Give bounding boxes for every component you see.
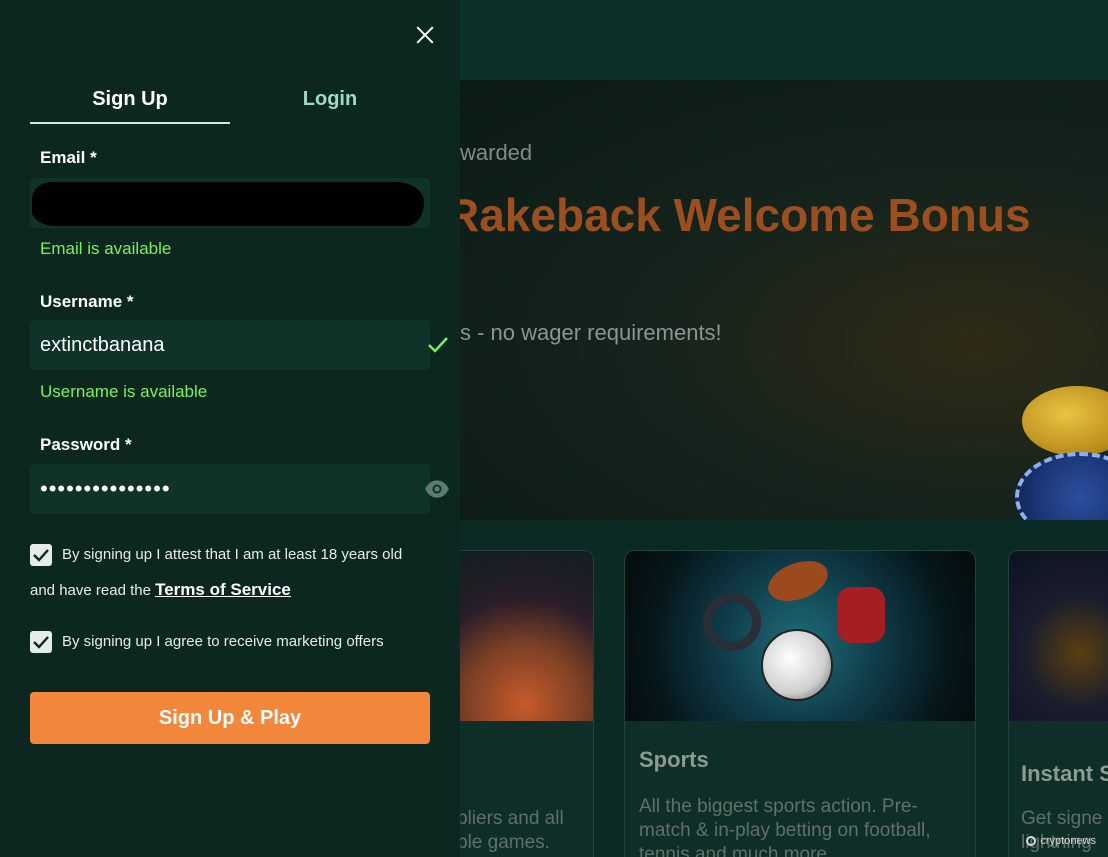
casino-card[interactable]: pliers and all ble games. (440, 550, 594, 857)
watermark-text: cryptonews (1040, 835, 1096, 847)
card-description: Get signe lightning (1021, 808, 1103, 853)
close-icon[interactable] (412, 22, 438, 48)
email-label: Email * (40, 148, 97, 167)
password-field-wrapper (30, 464, 449, 514)
watermark: cryptonews (1026, 835, 1096, 847)
sports-image (625, 551, 975, 721)
age-consent-text-line2: and have read the Terms of Service (30, 580, 291, 600)
tos-prefix: and have read the (30, 582, 156, 599)
card-title: Sports (639, 747, 709, 772)
password-field[interactable] (40, 464, 380, 514)
sports-card[interactable]: Sports All the biggest sports action. Pr… (624, 550, 976, 857)
american-football-icon (762, 553, 834, 609)
username-field[interactable] (40, 320, 380, 370)
username-label: Username * (40, 292, 134, 311)
instant-card[interactable]: Instant S Get signe lightning (1008, 550, 1108, 857)
terms-of-service-link[interactable]: Terms of Service (155, 580, 291, 599)
hero-title: Rakeback Welcome Bonus (446, 189, 1031, 241)
instant-image (1009, 551, 1108, 721)
age-consent-text: By signing up I attest that I am at leas… (62, 546, 403, 563)
card-title: Instant S (1021, 761, 1108, 786)
checkbox-check-icon (33, 549, 49, 562)
soccer-ball-icon (761, 629, 833, 701)
email-field-wrapper (30, 178, 430, 228)
password-label: Password * (40, 435, 132, 454)
cryptonews-logo-icon (1026, 836, 1037, 846)
roulette-image (441, 551, 593, 721)
tab-login[interactable]: Login (230, 88, 430, 124)
signup-play-button[interactable]: Sign Up & Play (30, 692, 430, 744)
age-consent-checkbox[interactable] (30, 544, 52, 566)
hero-eyebrow: warded (460, 140, 533, 165)
signup-panel: Sign Up Login Email * Email is available… (0, 0, 460, 857)
gold-coin-image (1022, 386, 1108, 456)
checkmark-icon (428, 337, 448, 353)
tab-signup[interactable]: Sign Up (30, 88, 230, 124)
card-description: All the biggest sports action. Pre-match… (639, 796, 931, 857)
redaction-scribble (32, 182, 424, 226)
username-status: Username is available (40, 382, 208, 401)
marketing-consent-checkbox[interactable] (30, 631, 52, 653)
hero-banner: warded Rakeback Welcome Bonus s - no wag… (440, 80, 1108, 520)
poker-chip-image (1015, 452, 1108, 520)
headphones-icon (703, 593, 761, 651)
boxing-glove-icon (837, 587, 885, 643)
marketing-consent-text: By signing up I agree to receive marketi… (62, 633, 384, 650)
card-description: pliers and all ble games. (457, 808, 564, 853)
eye-icon[interactable] (424, 476, 450, 502)
email-status: Email is available (40, 239, 172, 258)
hero-subtitle: s - no wager requirements! (460, 320, 722, 345)
username-field-wrapper (30, 320, 448, 370)
checkbox-check-icon (33, 636, 49, 649)
